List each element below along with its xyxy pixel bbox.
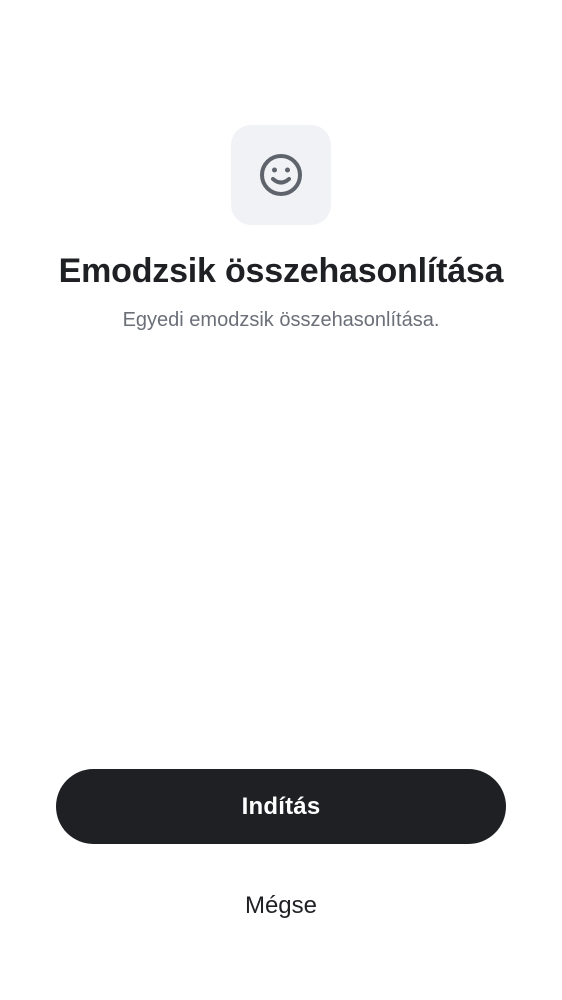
smiley-face-icon (259, 153, 303, 197)
page-subtitle: Egyedi emodzsik összehasonlítása. (122, 309, 440, 331)
icon-tile (231, 125, 331, 225)
cancel-button[interactable]: Mégse (181, 880, 381, 932)
emoji-compare-screen: Emodzsik összehasonlítása Egyedi emodzsi… (0, 0, 562, 1000)
page-title: Emodzsik összehasonlítása (58, 252, 504, 290)
start-button[interactable]: Indítás (56, 769, 506, 844)
